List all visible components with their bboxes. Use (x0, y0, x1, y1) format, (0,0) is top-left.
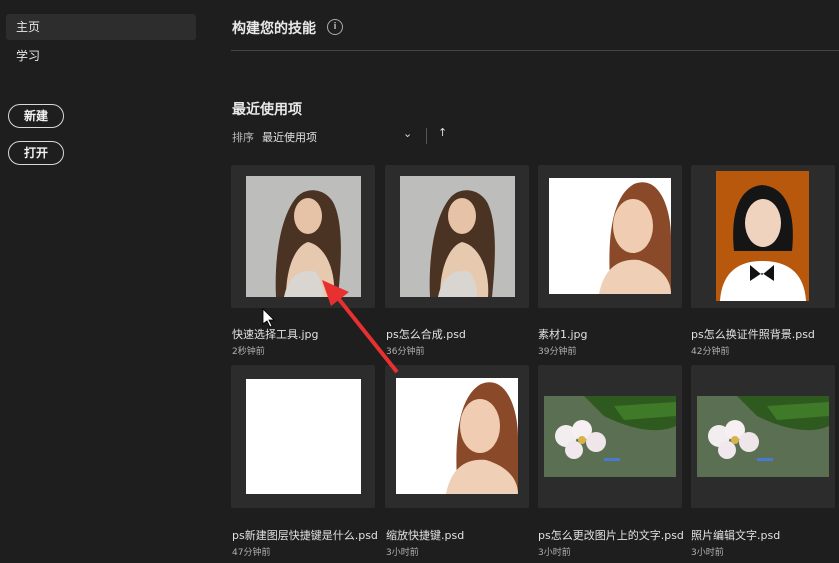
file-thumbnail (396, 378, 518, 494)
recent-title: 最近使用项 (232, 102, 302, 118)
file-name[interactable]: ps怎么更改图片上的文字.psd (538, 527, 684, 543)
sidebar: 主页 学习 新建 打开 (0, 0, 205, 563)
file-name[interactable]: 缩放快捷键.psd (386, 527, 464, 543)
file-time: 42分钟前 (691, 347, 730, 357)
file-card[interactable] (385, 165, 529, 308)
sort-label: 排序 (232, 131, 254, 144)
file-card[interactable] (538, 365, 682, 508)
file-card[interactable] (691, 165, 835, 308)
file-name[interactable]: ps怎么合成.psd (386, 326, 466, 342)
file-time: 36分钟前 (386, 347, 425, 357)
file-name[interactable]: ps怎么换证件照背景.psd (691, 326, 815, 342)
new-button[interactable]: 新建 (8, 104, 64, 128)
file-time: 39分钟前 (538, 347, 577, 357)
sort-dropdown[interactable]: 最近使用项 (262, 129, 317, 145)
divider (426, 128, 427, 144)
skills-title: 构建您的技能 (232, 21, 316, 37)
sidebar-item-learn[interactable]: 学习 (6, 43, 196, 69)
file-card[interactable] (691, 365, 835, 508)
file-time: 47分钟前 (232, 548, 271, 558)
file-time: 2秒钟前 (232, 347, 265, 357)
file-thumbnail (697, 396, 829, 477)
file-name[interactable]: ps新建图层快捷键是什么.psd (232, 527, 378, 543)
file-thumbnail (716, 171, 809, 301)
file-card[interactable] (231, 165, 375, 308)
file-thumbnail (549, 178, 671, 294)
file-card[interactable] (538, 165, 682, 308)
main-panel: 构建您的技能 i 最近使用项 排序 最近使用项 ⌄ ↑ 快速选择工具.jpg 2… (231, 0, 839, 563)
file-name[interactable]: 快速选择工具.jpg (232, 326, 319, 342)
divider (231, 50, 839, 51)
file-card[interactable] (385, 365, 529, 508)
info-icon[interactable]: i (327, 19, 343, 35)
file-thumbnail (544, 396, 676, 477)
file-time: 3小时前 (386, 548, 419, 558)
file-time: 3小时前 (538, 548, 571, 558)
file-time: 3小时前 (691, 548, 724, 558)
sort-direction-icon[interactable]: ↑ (438, 126, 447, 139)
file-name[interactable]: 照片编辑文字.psd (691, 527, 780, 543)
chevron-down-icon[interactable]: ⌄ (403, 127, 412, 140)
open-button[interactable]: 打开 (8, 141, 64, 165)
file-thumbnail (400, 176, 515, 297)
file-name[interactable]: 素材1.jpg (538, 326, 588, 342)
sidebar-item-home[interactable]: 主页 (6, 14, 196, 40)
file-thumbnail (246, 176, 361, 297)
file-thumbnail (246, 379, 361, 494)
file-card[interactable] (231, 365, 375, 508)
